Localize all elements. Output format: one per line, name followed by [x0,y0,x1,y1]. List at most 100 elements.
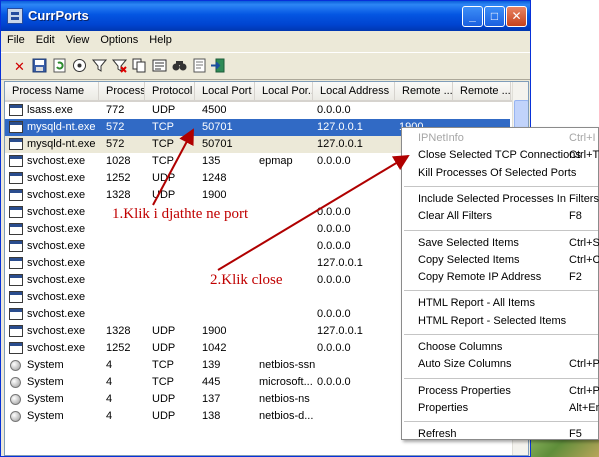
menu-item-save-selected-items[interactable]: Save Selected Items Ctrl+S [402,235,599,252]
cell-laddr: 0.0.0.0 [317,274,351,286]
menu-item-label: Kill Processes Of Selected Ports [418,166,577,179]
menu-item-label: Clear All Filters [418,210,492,223]
column-remote-port[interactable]: Remote ... [395,82,453,101]
menu-item-auto-size-columns[interactable]: Auto Size Columns Ctrl+Plu [402,356,599,373]
cell-proto: UDP [152,325,176,337]
menu-view[interactable]: View [60,31,95,46]
properties-icon[interactable] [151,58,168,75]
cell-lport: 445 [202,376,221,388]
column-process-name[interactable]: Process Name [5,82,99,101]
cell-laddr: 0.0.0.0 [317,155,351,167]
cell-lport: 1900 [202,189,227,201]
context-menu: IPNetInfo Ctrl+I Close Selected TCP Connec… [401,127,599,440]
window-process-icon [9,240,23,252]
title-bar[interactable]: CurrPorts _ □ ✕ [1,1,530,31]
cell-lport: 50701 [202,138,233,150]
menu-item-ipnetinfo: IPNetInfo Ctrl+I [402,130,599,147]
html-report-icon[interactable] [191,58,208,75]
cell-process-name: lsass.exe [27,104,73,116]
clear-filter-icon[interactable] [111,58,128,75]
cell-pid: 4 [106,359,113,371]
menu-item-clear-all-filters[interactable]: Clear All Filters F8 [402,208,599,225]
cell-laddr: 0.0.0.0 [317,342,351,354]
cell-process-name: System [27,376,64,388]
column-protocol[interactable]: Protocol [145,82,195,101]
filter-icon[interactable] [91,58,108,75]
system-process-icon [10,360,21,371]
cell-proto: UDP [152,104,176,116]
cell-pid: 1252 [106,172,131,184]
cell-process-name: svchost.exe [27,223,86,235]
window-process-icon [9,189,23,201]
save-icon[interactable] [31,58,48,75]
cell-lportname: netbios-ssn [259,359,316,371]
menu-separator [404,185,598,187]
menu-item-shortcut: Ctrl+P [569,384,599,397]
exit-icon[interactable] [209,58,226,75]
menu-item-close-selected-tcp-connections[interactable]: Close Selected TCP Connections Ctrl+T [402,147,599,164]
menu-item-shortcut: Ctrl+T [569,149,599,162]
cell-pid: 1252 [106,342,131,354]
cell-process-name: System [27,410,64,422]
column-local-port[interactable]: Local Port [195,82,255,101]
column-process-id[interactable]: Process ... [99,82,145,101]
menu-edit[interactable]: Edit [30,31,60,46]
menu-item-label: Properties [418,401,469,414]
cell-pid: 572 [106,121,125,133]
menu-item-label: HTML Report - All Items [418,297,535,310]
window-title: CurrPorts [28,8,89,23]
window-process-icon [9,223,23,235]
refresh-icon[interactable] [51,58,68,75]
menu-help[interactable]: Help [143,31,177,46]
window-process-icon [9,104,23,116]
menu-item-shortcut: F2 [569,271,582,284]
menu-item-copy-remote-ip-address[interactable]: Copy Remote IP Address F2 [402,269,599,286]
menu-options[interactable]: Options [94,31,143,46]
column-remote-port-name[interactable]: Remote ... [453,82,511,101]
menu-item-refresh[interactable]: Refresh F5 [402,426,599,443]
menu-item-choose-columns[interactable]: Choose Columns [402,339,599,356]
cell-lport: 138 [202,410,221,422]
menu-item-include-selected-processes-in-filters[interactable]: Include Selected Processes In Filters [402,191,599,208]
find-icon[interactable] [171,58,188,75]
cell-process-name: System [27,359,64,371]
cell-pid: 4 [106,376,113,388]
menu-item-kill-processes-of-selected-ports[interactable]: Kill Processes Of Selected Ports [402,165,599,182]
menu-item-html-report-all-items[interactable]: HTML Report - All Items [402,295,599,312]
window-process-icon [9,172,23,184]
cell-laddr: 0.0.0.0 [317,223,351,235]
cell-pid: 772 [106,104,125,116]
menu-item-label: Save Selected Items [418,236,519,249]
system-process-icon [10,377,21,388]
copy-icon[interactable] [131,58,148,75]
maximize-button[interactable]: □ [484,6,505,27]
menu-separator [404,290,598,292]
cell-proto: UDP [152,393,176,405]
menu-item-label: HTML Report - Selected Items [418,314,567,327]
window-process-icon [9,121,23,133]
cell-lport: 137 [202,393,221,405]
cell-lport: 50701 [202,121,233,133]
cell-pid: 1328 [106,325,131,337]
menu-item-process-properties[interactable]: Process Properties Ctrl+P [402,383,599,400]
close-button[interactable]: ✕ [506,6,527,27]
options-icon[interactable] [71,58,88,75]
menu-separator [404,377,598,379]
cell-process-name: mysqld-nt.exe [27,138,96,150]
delete-icon[interactable]: ✕ [11,58,28,75]
cell-process-name: svchost.exe [27,172,86,184]
minimize-button[interactable]: _ [462,6,483,27]
menu-item-label: Process Properties [418,384,511,397]
menu-item-properties[interactable]: Properties Alt+Ent [402,400,599,417]
column-local-port-name[interactable]: Local Por... [255,82,313,101]
column-local-address[interactable]: Local Address [313,82,395,101]
table-row[interactable]: lsass.exe 772 UDP 4500 0.0.0.0 [5,102,510,119]
menu-item-copy-selected-items[interactable]: Copy Selected Items Ctrl+C [402,252,599,269]
cell-process-name: svchost.exe [27,206,86,218]
menu-item-shortcut: Ctrl+C [569,253,599,266]
menu-item-html-report-selected-items[interactable]: HTML Report - Selected Items [402,313,599,330]
menu-item-shortcut: Ctrl+Plu [569,358,599,371]
menu-file[interactable]: File [1,31,30,46]
cell-process-name: svchost.exe [27,189,86,201]
menu-item-label: Copy Remote IP Address [418,271,542,284]
